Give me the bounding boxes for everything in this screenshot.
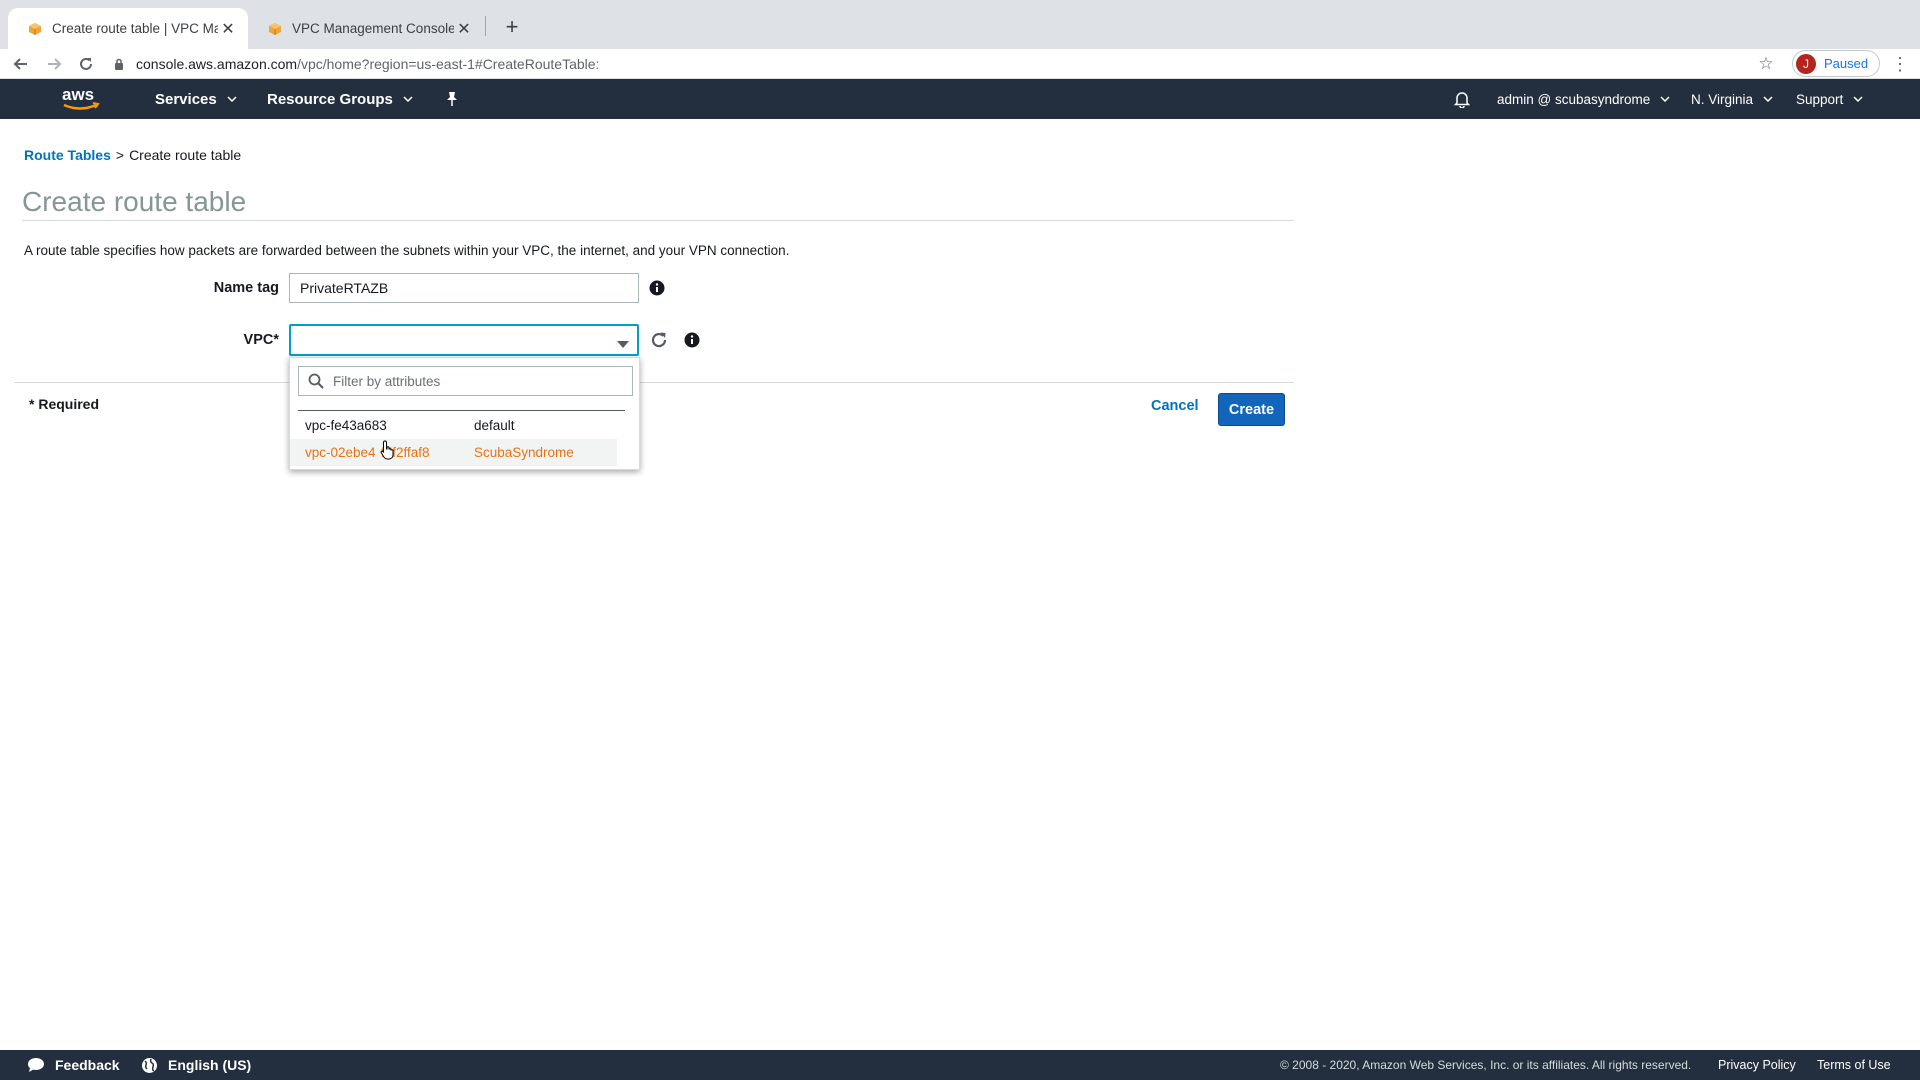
bookmark-star-icon[interactable]: ☆ xyxy=(1754,52,1778,76)
account-label: admin @ scubasyndrome xyxy=(1497,91,1651,107)
required-note: * Required xyxy=(29,396,100,412)
filter-field[interactable] xyxy=(298,366,633,396)
tab-create-route-table[interactable]: Create route table | VPC Mana ✕ xyxy=(8,8,248,49)
aws-footer: Feedback English (US) © 2008 - 2020, Ama… xyxy=(0,1050,1920,1080)
copyright-text: © 2008 - 2020, Amazon Web Services, Inc.… xyxy=(1280,1058,1692,1072)
avatar: J xyxy=(1796,53,1816,74)
title-divider xyxy=(22,220,1294,221)
svg-text:aws: aws xyxy=(62,85,94,104)
vpc-option-id: vpc-fe43a683 xyxy=(305,418,387,433)
terms-of-use-link[interactable]: Terms of Use xyxy=(1817,1050,1891,1080)
filter-input[interactable] xyxy=(333,373,623,389)
url-host: console.aws.amazon.com xyxy=(136,56,298,72)
browser-menu-icon[interactable]: ⋮ xyxy=(1890,52,1910,76)
pin-icon[interactable] xyxy=(442,89,462,109)
profile-button[interactable]: J Paused xyxy=(1792,50,1880,77)
vpc-option-name: ScubaSyndrome xyxy=(474,445,574,460)
profile-status: Paused xyxy=(1824,56,1869,71)
speech-bubble-icon xyxy=(27,1056,45,1074)
language-selector[interactable]: English (US) xyxy=(140,1050,251,1080)
privacy-policy-link[interactable]: Privacy Policy xyxy=(1718,1050,1796,1080)
aws-cube-icon xyxy=(268,22,282,36)
form-divider xyxy=(14,382,1294,383)
services-label: Services xyxy=(155,90,217,108)
refresh-icon[interactable] xyxy=(648,329,670,351)
bell-icon[interactable] xyxy=(1452,89,1472,109)
hand-cursor-icon xyxy=(380,440,396,460)
language-label: English (US) xyxy=(168,1057,252,1073)
support-menu[interactable]: Support xyxy=(1796,79,1863,119)
chevron-down-icon xyxy=(403,94,413,104)
feedback-link[interactable]: Feedback xyxy=(27,1050,120,1080)
close-tab-icon[interactable]: ✕ xyxy=(218,19,238,39)
info-icon[interactable] xyxy=(648,279,666,297)
chevron-down-icon xyxy=(1660,94,1670,104)
cancel-button[interactable]: Cancel xyxy=(1151,398,1199,414)
page-description: A route table specifies how packets are … xyxy=(24,243,790,258)
breadcrumb-route-tables-link[interactable]: Route Tables xyxy=(24,147,111,163)
aws-top-nav: aws Services Resource Groups admin @ scu… xyxy=(0,79,1920,119)
resource-groups-menu[interactable]: Resource Groups xyxy=(267,79,413,119)
vpc-select[interactable] xyxy=(289,324,639,356)
region-label: N. Virginia xyxy=(1691,91,1754,107)
globe-icon xyxy=(140,1056,158,1074)
name-tag-input[interactable] xyxy=(289,273,639,303)
lock-icon xyxy=(112,58,126,70)
vpc-option-name: default xyxy=(474,418,515,433)
account-menu[interactable]: admin @ scubasyndrome xyxy=(1497,79,1670,119)
name-tag-label: Name tag xyxy=(213,280,279,296)
new-tab-button[interactable]: + xyxy=(498,13,526,41)
chevron-down-icon xyxy=(227,94,237,104)
tab-title: VPC Management Console xyxy=(292,21,454,36)
support-label: Support xyxy=(1796,91,1844,107)
tab-separator xyxy=(485,16,486,36)
resource-groups-label: Resource Groups xyxy=(267,90,393,108)
breadcrumb: Route Tables > Create route table xyxy=(24,147,241,163)
address-bar[interactable]: console.aws.amazon.com/vpc/home?region=u… xyxy=(112,51,1777,77)
forward-arrow-icon[interactable] xyxy=(42,52,66,76)
vpc-option[interactable]: vpc-fe43a683 default xyxy=(290,412,617,439)
page-title: Create route table xyxy=(22,186,247,217)
info-icon[interactable] xyxy=(683,331,701,349)
reload-icon[interactable] xyxy=(74,52,98,76)
aws-logo[interactable]: aws xyxy=(60,85,104,113)
aws-cube-icon xyxy=(28,22,42,36)
breadcrumb-current: Create route table xyxy=(129,147,242,163)
dropdown-divider xyxy=(298,410,625,411)
close-tab-icon[interactable]: ✕ xyxy=(454,19,474,39)
search-icon xyxy=(307,372,325,390)
back-arrow-icon[interactable] xyxy=(9,52,33,76)
screen: Create route table | VPC Mana ✕ VPC Mana… xyxy=(0,0,1920,1080)
region-menu[interactable]: N. Virginia xyxy=(1691,79,1773,119)
chevron-down-icon xyxy=(1853,94,1863,104)
caret-down-icon xyxy=(617,336,629,348)
browser-tabstrip: Create route table | VPC Mana ✕ VPC Mana… xyxy=(0,0,1920,49)
url-path: /vpc/home?region=us-east-1#CreateRouteTa… xyxy=(297,56,600,72)
create-button[interactable]: Create xyxy=(1218,393,1285,426)
browser-toolbar: console.aws.amazon.com/vpc/home?region=u… xyxy=(0,49,1920,79)
feedback-label: Feedback xyxy=(55,1057,120,1073)
tab-title: Create route table | VPC Mana xyxy=(52,21,218,36)
vpc-option[interactable]: vpc-02ebe4 f7f2ffaf8 ScubaSyndrome xyxy=(290,439,617,466)
chevron-down-icon xyxy=(1763,94,1773,104)
breadcrumb-separator: > xyxy=(115,147,125,163)
services-menu[interactable]: Services xyxy=(155,79,237,119)
url-text: console.aws.amazon.com/vpc/home?region=u… xyxy=(136,56,599,72)
tab-vpc-management-console[interactable]: VPC Management Console ✕ xyxy=(248,8,484,49)
vpc-label: VPC* xyxy=(243,332,279,348)
vpc-dropdown: vpc-fe43a683 default vpc-02ebe4 f7f2ffaf… xyxy=(289,357,640,470)
